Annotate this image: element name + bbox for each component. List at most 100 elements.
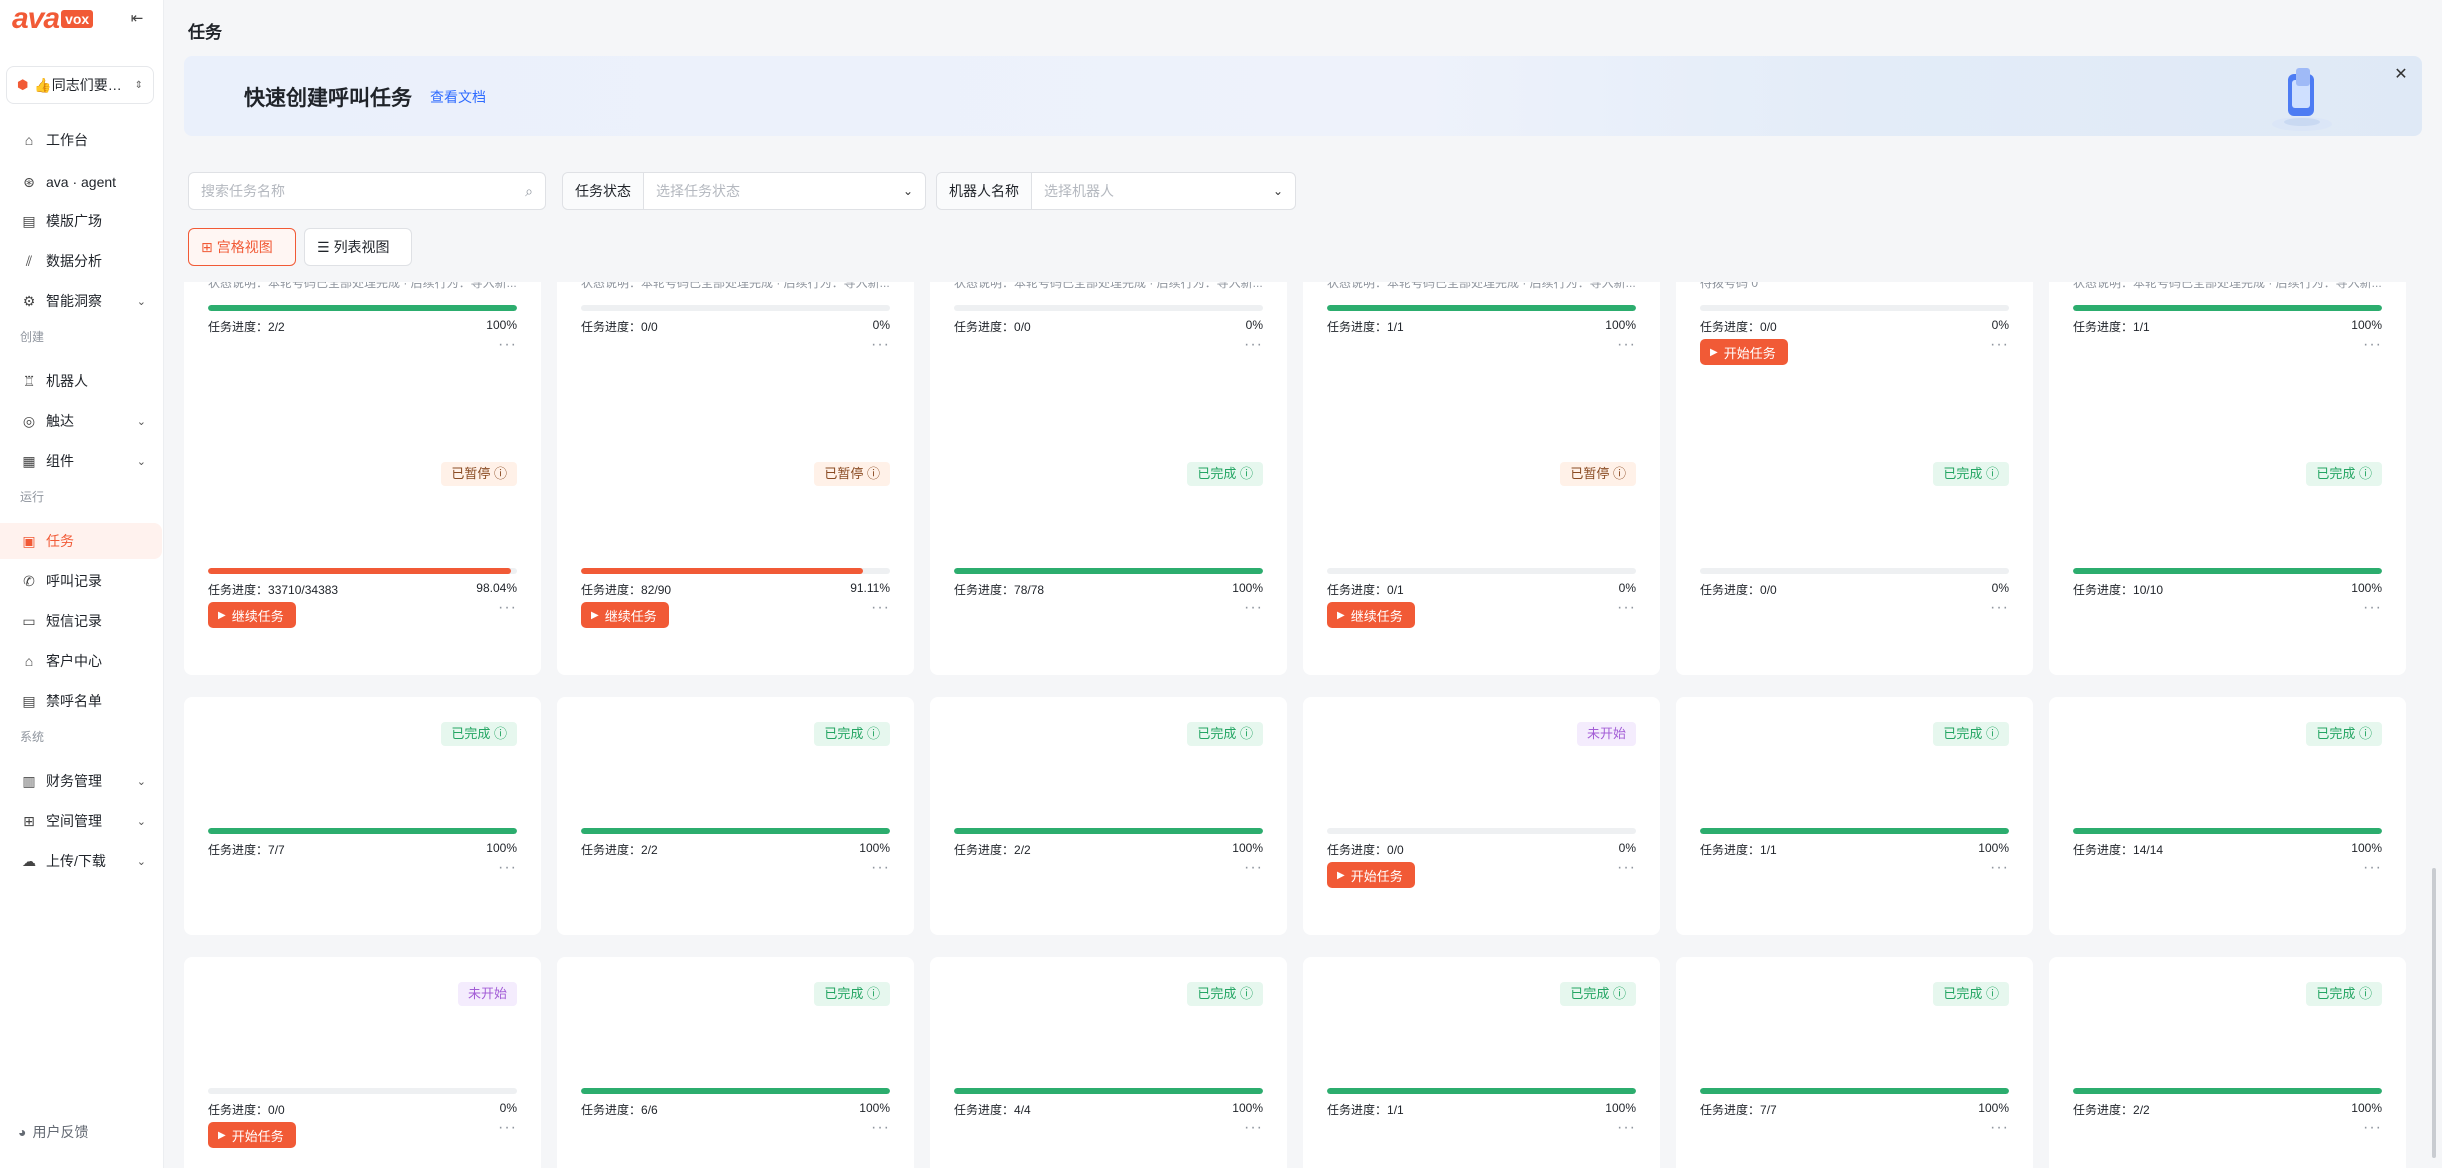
- more-options-icon[interactable]: ···: [2363, 1119, 2382, 1137]
- info-icon[interactable]: ⓘ: [1982, 726, 1999, 741]
- info-icon[interactable]: ⓘ: [2355, 986, 2372, 1001]
- robot-name-select[interactable]: 选择机器人: [1032, 181, 1273, 201]
- task-card[interactable]: 未开始 任务进度：0/0 0% ▶ 开始任务 ···: [1303, 697, 1660, 935]
- nav-customers[interactable]: ⌂ 客户中心: [0, 643, 164, 679]
- task-card[interactable]: 已暂停 ⓘ 任务进度：33710/34383 98.04% ▶ 继续任务 ···: [184, 437, 541, 675]
- insight-icon: ⚙: [22, 292, 36, 309]
- info-icon[interactable]: ⓘ: [490, 726, 507, 741]
- more-options-icon[interactable]: ···: [1617, 859, 1636, 877]
- task-search-field[interactable]: ⌕: [188, 172, 546, 210]
- more-options-icon[interactable]: ···: [1990, 859, 2009, 877]
- nav-agent[interactable]: ⊛ ava · agent: [0, 164, 164, 200]
- nav-insight[interactable]: ⚙ 智能洞察 ⌄: [0, 283, 164, 319]
- feedback-link[interactable]: ◕ 用户反馈: [18, 1122, 88, 1142]
- task-status-select[interactable]: 选择任务状态: [644, 181, 903, 201]
- more-options-icon[interactable]: ···: [871, 336, 890, 354]
- task-card[interactable]: 已完成 ⓘ 任务进度：7/7 100% ···: [184, 697, 541, 935]
- nav-tasks[interactable]: ▣ 任务: [0, 523, 162, 559]
- info-icon[interactable]: ⓘ: [863, 466, 880, 481]
- nav-transfer[interactable]: ☁ 上传/下载 ⌄: [0, 843, 164, 879]
- task-card[interactable]: 已完成 ⓘ 任务进度：0/0 0% ···: [1676, 437, 2033, 675]
- more-options-icon[interactable]: ···: [498, 859, 517, 877]
- info-icon[interactable]: ⓘ: [1982, 466, 1999, 481]
- close-banner-icon[interactable]: ✕: [2392, 64, 2410, 84]
- nav-space[interactable]: ⊞ 空间管理 ⌄: [0, 803, 164, 839]
- collapse-sidebar-icon[interactable]: ⇤: [128, 10, 146, 28]
- more-options-icon[interactable]: ···: [2363, 599, 2382, 617]
- nav-templates[interactable]: ▤ 模版广场: [0, 203, 164, 239]
- more-options-icon[interactable]: ···: [1617, 1119, 1636, 1137]
- nav-robot[interactable]: ♖ 机器人: [0, 363, 164, 399]
- more-options-icon[interactable]: ···: [1990, 599, 2009, 617]
- workspace-selector[interactable]: ⬢ 👍同志们要… ⇕: [6, 66, 154, 104]
- task-card[interactable]: 已暂停 ⓘ 任务进度：82/90 91.11% ▶ 继续任务 ···: [557, 437, 914, 675]
- more-options-icon[interactable]: ···: [498, 336, 517, 354]
- info-icon[interactable]: ⓘ: [2355, 726, 2372, 741]
- nav-blocklist[interactable]: ▤ 禁呼名单: [0, 683, 164, 719]
- task-card[interactable]: 已完成 ⓘ 任务进度：10/10 100% ···: [2049, 437, 2406, 675]
- more-options-icon[interactable]: ···: [1244, 336, 1263, 354]
- more-options-icon[interactable]: ···: [1617, 336, 1636, 354]
- more-options-icon[interactable]: ···: [498, 1119, 517, 1137]
- start-task-button[interactable]: ▶ 开始任务: [208, 1122, 296, 1148]
- info-icon[interactable]: ⓘ: [1236, 986, 1253, 1001]
- view-docs-link[interactable]: 查看文档: [430, 87, 486, 107]
- more-options-icon[interactable]: ···: [871, 599, 890, 617]
- more-options-icon[interactable]: ···: [871, 1119, 890, 1137]
- more-options-icon[interactable]: ···: [1244, 859, 1263, 877]
- nav-sms-records[interactable]: ▭ 短信记录: [0, 603, 164, 639]
- start-task-button[interactable]: ▶ 开始任务: [1700, 339, 1788, 365]
- info-icon[interactable]: ⓘ: [2355, 466, 2372, 481]
- grid-view-button[interactable]: ⊞ 宫格视图: [188, 228, 296, 266]
- task-card[interactable]: 已完成 ⓘ 任务进度：4/4 100% ···: [930, 957, 1287, 1168]
- task-card[interactable]: 已暂停 ⓘ 任务进度：0/1 0% ▶ 继续任务 ···: [1303, 437, 1660, 675]
- more-options-icon[interactable]: ···: [2363, 859, 2382, 877]
- nav-analytics[interactable]: ⫽ 数据分析: [0, 243, 164, 279]
- resume-task-button[interactable]: ▶ 继续任务: [581, 602, 669, 628]
- nav-reach[interactable]: ◎ 触达 ⌄: [0, 403, 164, 439]
- scrollbar[interactable]: [2432, 868, 2436, 1158]
- nav-components[interactable]: ▦ 组件 ⌄: [0, 443, 164, 479]
- info-icon[interactable]: ⓘ: [1609, 466, 1626, 481]
- search-icon: ⌕: [525, 182, 533, 199]
- start-task-button[interactable]: ▶ 开始任务: [1327, 862, 1415, 888]
- task-status-filter[interactable]: 任务状态 选择任务状态 ⌄: [562, 172, 926, 210]
- task-card[interactable]: 已完成 ⓘ 任务进度：1/1 100% ···: [1676, 697, 2033, 935]
- task-card[interactable]: 已完成 ⓘ 任务进度：1/1 100% ···: [1303, 957, 1660, 1168]
- resume-task-button[interactable]: ▶ 继续任务: [208, 602, 296, 628]
- task-card[interactable]: 已完成 ⓘ 任务进度：2/2 100% ···: [2049, 957, 2406, 1168]
- task-search-input[interactable]: [201, 183, 526, 199]
- nav-finance[interactable]: ▥ 财务管理 ⌄: [0, 763, 164, 799]
- info-icon[interactable]: ⓘ: [1236, 726, 1253, 741]
- info-icon[interactable]: ⓘ: [1609, 986, 1626, 1001]
- more-options-icon[interactable]: ···: [498, 599, 517, 617]
- more-options-icon[interactable]: ···: [1990, 336, 2009, 354]
- more-options-icon[interactable]: ···: [871, 859, 890, 877]
- robot-name-filter[interactable]: 机器人名称 选择机器人 ⌄: [936, 172, 1296, 210]
- more-options-icon[interactable]: ···: [1990, 1119, 2009, 1137]
- info-icon[interactable]: ⓘ: [863, 726, 880, 741]
- nav-workbench[interactable]: ⌂ 工作台: [0, 122, 164, 158]
- task-card[interactable]: 已完成 ⓘ 任务进度：6/6 100% ···: [557, 957, 914, 1168]
- info-icon[interactable]: ⓘ: [1982, 986, 1999, 1001]
- more-options-icon[interactable]: ···: [1244, 599, 1263, 617]
- info-icon[interactable]: ⓘ: [863, 986, 880, 1001]
- task-card[interactable]: 已完成 ⓘ 任务进度：7/7 100% ···: [1676, 957, 2033, 1168]
- task-card[interactable]: 已完成 ⓘ 任务进度：2/2 100% ···: [557, 697, 914, 935]
- more-options-icon[interactable]: ···: [1617, 599, 1636, 617]
- info-icon[interactable]: ⓘ: [1236, 466, 1253, 481]
- info-icon[interactable]: ⓘ: [490, 466, 507, 481]
- resume-task-button[interactable]: ▶ 继续任务: [1327, 602, 1415, 628]
- more-options-icon[interactable]: ···: [2363, 336, 2382, 354]
- app-logo[interactable]: ava vox: [12, 4, 94, 34]
- task-card[interactable]: 已完成 ⓘ 任务进度：14/14 100% ···: [2049, 697, 2406, 935]
- nav-call-records[interactable]: ✆ 呼叫记录: [0, 563, 164, 599]
- more-options-icon[interactable]: ···: [1244, 1119, 1263, 1137]
- progress-percent: 100%: [2351, 841, 2382, 855]
- progress-prefix: 任务进度：: [581, 583, 642, 597]
- task-card[interactable]: 未开始 任务进度：0/0 0% ▶ 开始任务 ···: [184, 957, 541, 1168]
- status-description: 状态说明：本轮号码已全部处理完成 · 后续行为：导入新...: [1327, 282, 1636, 290]
- task-card[interactable]: 已完成 ⓘ 任务进度：2/2 100% ···: [930, 697, 1287, 935]
- task-card[interactable]: 已完成 ⓘ 任务进度：78/78 100% ···: [930, 437, 1287, 675]
- list-view-button[interactable]: ☰ 列表视图: [304, 228, 412, 266]
